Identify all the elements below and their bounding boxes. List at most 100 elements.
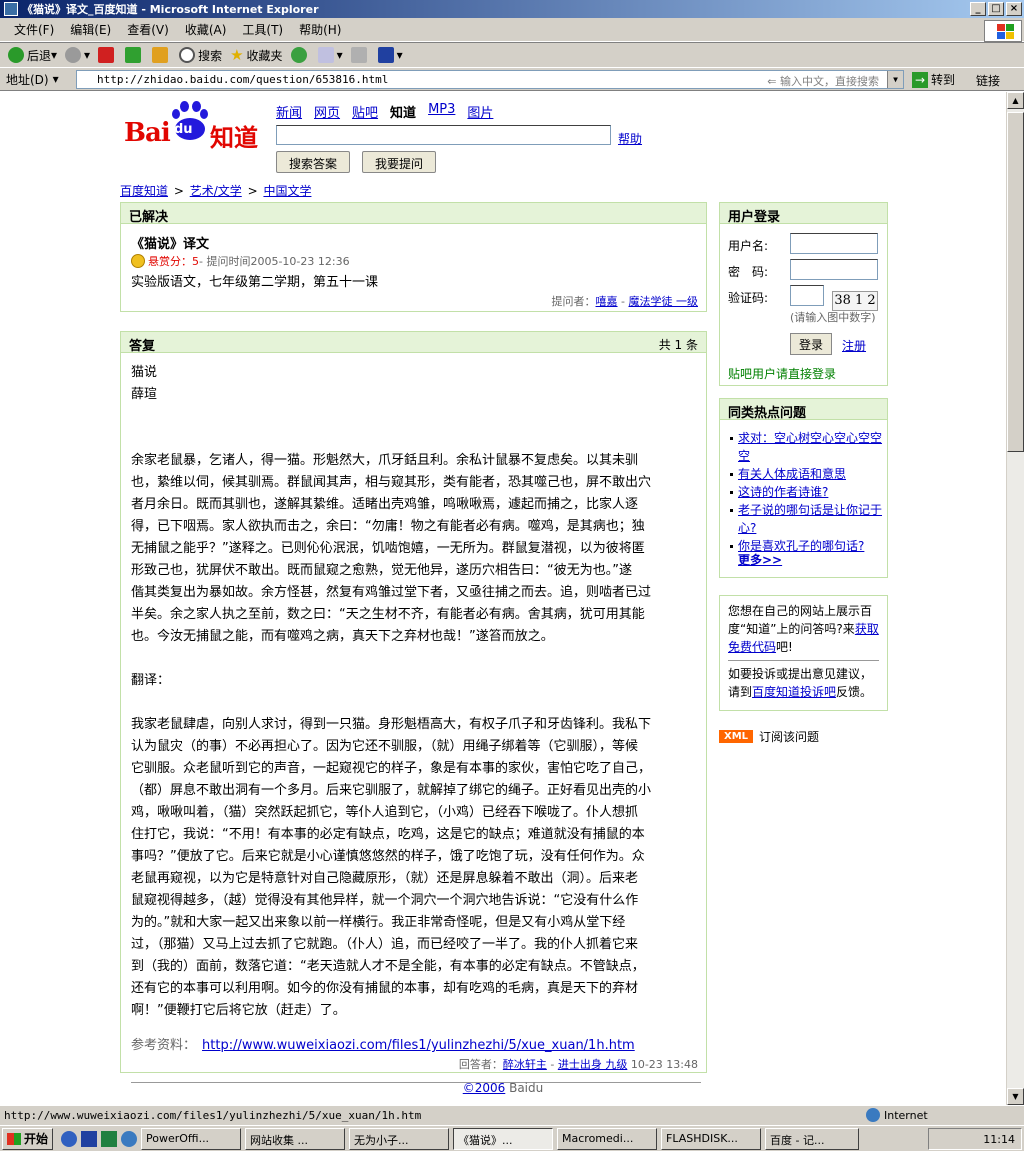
baidu-zhidao-logo[interactable]: Bai du 知道 [122,98,262,152]
window-title: 《猫说》译文_百度知道 - Microsoft Internet Explore… [22,3,319,16]
taskbar-item-active[interactable]: 《猫说》... [453,1127,554,1150]
taskbar-item[interactable]: PowerOffi... [141,1127,242,1150]
answer-header: 答复共 1 条 [121,332,706,354]
question-body: 实验版语文，七年级第二学期，第五十一课 [131,275,379,290]
scroll-down-icon[interactable]: ▼ [1007,1088,1024,1105]
menu-favorites[interactable]: 收藏(A) [185,21,227,38]
search-input[interactable] [276,125,611,145]
nav-web[interactable]: 网页 [314,102,340,121]
close-button[interactable]: × [1006,2,1022,16]
login-box: 用户登录 用户名: 密 码: 验证码: 38 1 2 (请输入图中数字) 登录 … [719,202,888,386]
taskbar-item[interactable]: FLASHDISK... [661,1127,762,1150]
complaint-text: 如要投诉或提出意见建议，请到百度知道投诉吧反馈。 [728,667,873,699]
menu-tools[interactable]: 工具(T) [242,21,283,38]
answer-line: 啊！”便鞭打它后将它放（赶走）了。 [131,1003,346,1018]
answer-line: 我家老鼠肆虐，向别人求讨，得到一只猫。身形魁梧高大，有权子爪子和牙齿锋利。我私下 [131,717,652,732]
menu-edit[interactable]: 编辑(E) [70,21,111,38]
question-time: - 提问时间2005-10-23 12:36 [199,255,350,268]
print-button[interactable] [350,47,370,63]
maximize-button[interactable]: □ [988,2,1004,16]
asker-rank-link[interactable]: 魔法学徒 一级 [629,295,699,308]
back-button[interactable]: 后退 ▾ [8,47,57,64]
vertical-scrollbar[interactable]: ▲ ▼ [1006,92,1024,1105]
taskbar-item[interactable]: 百度 - 记... [765,1127,860,1150]
answer-line [131,428,696,450]
home-button[interactable] [152,47,171,63]
excel-quicklaunch-icon[interactable] [101,1130,118,1147]
menu-view[interactable]: 查看(V) [127,21,169,38]
favorites-button[interactable]: ★ 收藏夹 [230,46,282,64]
answer-line: 者月余日。既而其驯也，遂解其絷维。适睹出壳鸡雏，鸣啾啾焉，遽起而捕之，比家人逐 [131,497,639,512]
forward-button[interactable]: ▾ [65,47,90,63]
refresh-button[interactable] [125,47,144,63]
username-input[interactable] [790,233,878,254]
scroll-thumb[interactable] [1007,112,1024,452]
answer-line: 半矣。余之家人执之至前，数之曰：“天之生材不齐，有能者必有病。舍其病，犹可用其能 [131,607,645,622]
forward-arrow-icon [65,47,82,63]
ask-question-button[interactable]: 我要提问 [362,151,437,173]
reference-link[interactable]: http://www.wuweixiaozi.com/files1/yulinz… [202,1038,635,1053]
address-input[interactable]: http://zhidao.baidu.com/question/653816.… [76,70,904,89]
reference: 参考资料： http://www.wuweixiaozi.com/files1/y… [131,1038,635,1053]
security-zone: Internet [866,1108,928,1122]
back-arrow-icon [8,47,24,63]
scroll-up-icon[interactable]: ▲ [1007,92,1024,109]
hot-question-item[interactable]: 老子说的哪句话是让你记于心? [738,503,882,535]
nav-images[interactable]: 图片 [467,102,493,121]
nav-mp3[interactable]: MP3 [428,102,455,121]
copyright-link[interactable]: ©2006 [463,1081,506,1095]
answer-text: 猫说 薛瑄 余家老鼠暴，乞诸人，得一猫。形魁然大，爪牙銛且利。余私计鼠暴不复虑矣。以… [131,362,696,1022]
answer-line: 薛瑄 [131,387,158,402]
search-answer-button[interactable]: 搜索答案 [276,151,351,173]
status-url: http://www.wuweixiaozi.com/files1/yulinz… [4,1109,422,1122]
help-link[interactable]: 帮助 [618,130,642,147]
word-quicklaunch-icon[interactable] [81,1130,98,1147]
answerer-rank-link[interactable]: 进士出身 九级 [558,1058,628,1071]
captcha-input[interactable] [790,285,824,306]
login-button[interactable]: 登录 [790,333,833,355]
crumb-art[interactable]: 艺术/文学 [190,184,242,198]
goto-button[interactable]: → 转到 [912,71,955,88]
crumb-home[interactable]: 百度知道 [120,184,168,198]
hot-question-item[interactable]: 求对：空心树空心空心空空空 [738,431,882,463]
nav-tieba[interactable]: 贴吧 [352,102,378,121]
more-link[interactable]: 更多>> [738,551,782,568]
nav-news[interactable]: 新闻 [276,102,302,121]
media-icon [290,47,307,63]
print-icon [350,47,367,63]
ie-quicklaunch-icon[interactable] [61,1130,78,1147]
rss-subscribe[interactable]: XML 订阅该问题 [719,728,819,745]
mail-button[interactable]: ▾ [317,47,343,63]
coin-icon [131,254,145,268]
asker-link[interactable]: 嘻嘉 [596,295,618,308]
taskbar-item[interactable]: Macromedi... [557,1127,658,1150]
password-input[interactable] [790,259,878,280]
taskbar-item[interactable]: 网站收集 ... [245,1127,346,1150]
word-button[interactable]: ▾ [377,47,403,63]
start-button[interactable]: 开始 [2,1127,54,1150]
mail-icon [317,47,334,63]
browser-quicklaunch-icon[interactable] [121,1130,138,1147]
taskbar-item[interactable]: 无为小子... [349,1127,450,1150]
menu-file[interactable]: 文件(F) [14,21,54,38]
minimize-button[interactable]: _ [970,2,986,16]
hot-question-item[interactable]: 有关人体成语和意思 [738,467,846,481]
answer-line: 鼠窥视得越多，（越）觉得没有其他异样，就一个洞穴一个洞穴地告诉说：“它没有什么作 [131,893,639,908]
menu-help[interactable]: 帮助(H) [299,21,341,38]
password-label: 密 码: [728,265,769,279]
status-bar: http://www.wuweixiaozi.com/files1/yulinz… [0,1105,1024,1125]
url-text: http://zhidao.baidu.com/question/653816.… [97,73,389,86]
answerer-link[interactable]: 醉冰轩主 [503,1058,547,1071]
media-button[interactable] [290,47,310,63]
word-icon [377,47,394,63]
address-dropdown-icon[interactable]: ▼ [887,71,903,88]
hot-question-item[interactable]: 这诗的作者诗谁? [738,485,828,499]
links-button[interactable]: 链接 [976,72,1000,89]
crumb-literature[interactable]: 中国文学 [263,184,311,198]
register-link[interactable]: 注册 [842,337,866,354]
answer-line: 为的。”就和大家一起又出来象以前一样横行。我正非常奇怪呢，但是又有小鸡从堂下经 [131,915,626,930]
promo-box: 您想在自己的网站上展示百度“知道”上的问答吗?来获取免费代码吧! 如要投诉或提出… [719,595,888,711]
search-button[interactable]: 搜索 [179,47,222,64]
stop-button[interactable] [98,47,117,63]
complaint-link[interactable]: 百度知道投诉吧 [752,685,836,699]
